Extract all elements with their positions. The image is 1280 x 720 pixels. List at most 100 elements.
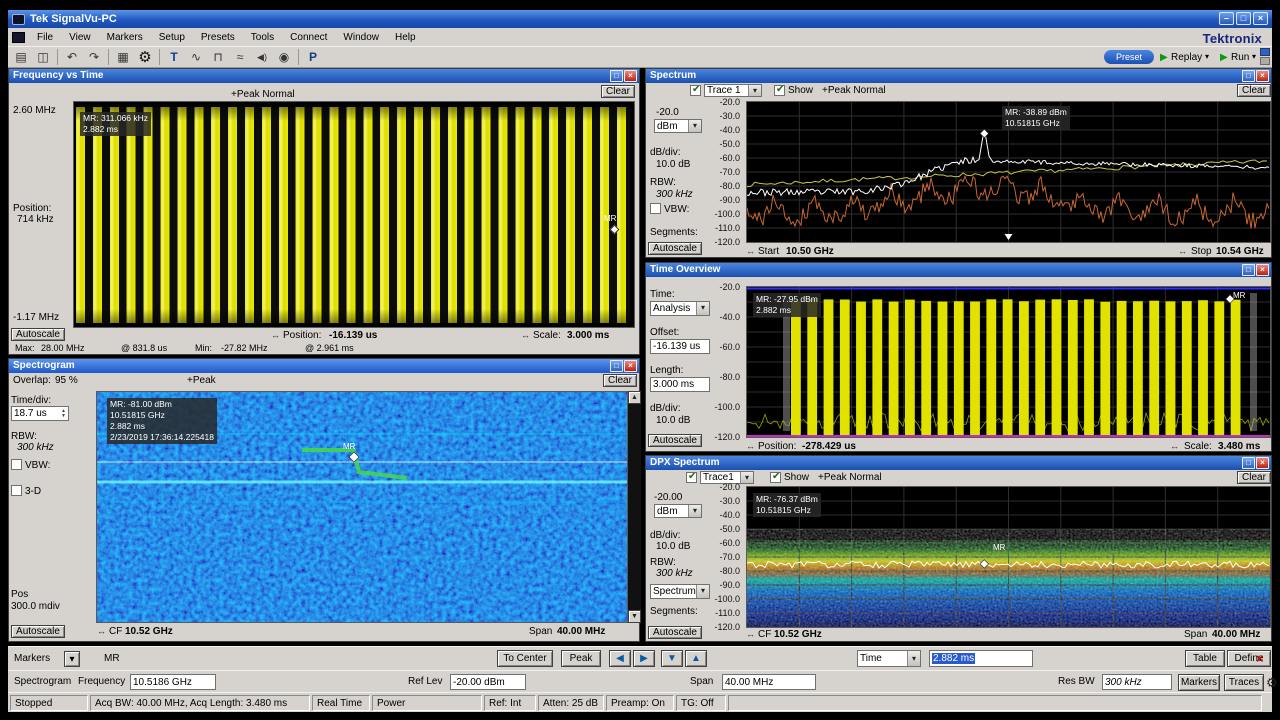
panel-close-icon[interactable]: ×: [1256, 264, 1269, 276]
panel-restore-icon[interactable]: □: [1242, 457, 1255, 469]
spectrum-plot[interactable]: MR: -38.89 dBm 10.51815 GHz: [746, 101, 1271, 243]
gear-icon[interactable]: ⚙: [1266, 675, 1278, 691]
db-div-value[interactable]: 10.0 dB: [656, 541, 690, 552]
units-select[interactable]: dBm▾: [654, 119, 702, 133]
run-play-icon[interactable]: ▶: [1220, 52, 1228, 63]
run-button[interactable]: Run: [1231, 52, 1249, 63]
menu-window[interactable]: Window: [335, 30, 387, 45]
save-icon[interactable]: ◫: [32, 48, 54, 67]
audio-icon[interactable]: ◀): [251, 48, 273, 67]
clear-button[interactable]: Clear: [603, 374, 637, 387]
undo-icon[interactable]: ↶: [61, 48, 83, 67]
cf-value[interactable]: 10.52 GHz: [774, 629, 822, 640]
pulse-icon[interactable]: ⊓: [207, 48, 229, 67]
stop-value[interactable]: 10.54 GHz: [1216, 246, 1264, 257]
frequency-vs-time-title-bar[interactable]: Frequency vs Time □ ×: [9, 69, 639, 83]
span-value[interactable]: 40.00 MHz: [557, 626, 605, 637]
clear-button[interactable]: Clear: [1237, 471, 1271, 484]
panel-restore-icon[interactable]: □: [610, 360, 623, 372]
windows-layout-icon[interactable]: ▦: [112, 48, 134, 67]
time-overview-title-bar[interactable]: Time Overview □ ×: [646, 263, 1271, 277]
freq-vs-time-icon[interactable]: ∿: [185, 48, 207, 67]
rbw-value[interactable]: 300 kHz: [17, 442, 54, 453]
to-center-button[interactable]: To Center: [497, 650, 553, 667]
autoscale-button[interactable]: Autoscale: [648, 626, 702, 639]
rbw-value[interactable]: 300 kHz: [656, 568, 693, 579]
menu-tools[interactable]: Tools: [243, 30, 282, 45]
pan-icon[interactable]: ↔: [1178, 246, 1187, 256]
layout-mini-button-1[interactable]: [1260, 48, 1270, 56]
scale-icon[interactable]: ↔: [1170, 441, 1179, 451]
pan-icon[interactable]: ↔: [271, 330, 280, 340]
menu-setup[interactable]: Setup: [151, 30, 193, 45]
maximize-icon[interactable]: □: [1236, 12, 1251, 25]
menu-markers[interactable]: Markers: [99, 30, 151, 45]
settings-gear-icon[interactable]: ⚙: [134, 48, 156, 67]
panel-restore-icon[interactable]: □: [610, 70, 623, 82]
peak-button[interactable]: Peak: [561, 650, 601, 667]
time-div-input[interactable]: 18.7 us ▲▼: [11, 406, 69, 421]
replay-button[interactable]: Replay: [1171, 52, 1202, 63]
pan-icon[interactable]: ↔: [746, 441, 755, 451]
define-button[interactable]: Define: [1227, 650, 1271, 667]
rbw-value[interactable]: 300 kHz: [656, 189, 693, 200]
show-checkbox[interactable]: [770, 472, 781, 483]
menu-help[interactable]: Help: [387, 30, 424, 45]
panel-close-icon[interactable]: ×: [1256, 457, 1269, 469]
peak-higher-icon[interactable]: ▲: [685, 650, 707, 667]
spectrogram-title-bar[interactable]: Spectrogram □ ×: [9, 359, 639, 373]
frequency-input[interactable]: 10.5186 GHz: [130, 674, 216, 690]
menu-connect[interactable]: Connect: [282, 30, 335, 45]
table-button[interactable]: Table: [1185, 650, 1225, 667]
ref-level-value[interactable]: -20.00: [654, 492, 682, 503]
layout-mini-button-2[interactable]: [1260, 57, 1270, 65]
db-div-value[interactable]: 10.0 dB: [656, 159, 690, 170]
autoscale-button[interactable]: Autoscale: [11, 328, 65, 341]
ref-level-value[interactable]: -20.0: [656, 107, 679, 118]
vbw-checkbox[interactable]: [650, 203, 661, 214]
dpx-title-bar[interactable]: DPX Spectrum □ ×: [646, 456, 1271, 470]
spectrogram-scrollbar[interactable]: ▲ ▼: [628, 391, 641, 623]
window-title-bar[interactable]: Tek SignalVu-PC – □ ×: [8, 10, 1272, 28]
ref-lev-input[interactable]: -20.00 dBm: [450, 674, 526, 690]
scroll-down-icon[interactable]: ▼: [628, 610, 641, 623]
traces-button[interactable]: Traces: [1224, 674, 1264, 691]
peak-left-icon[interactable]: ◀: [609, 650, 631, 667]
offset-input[interactable]: -16.139 us: [650, 339, 710, 354]
start-value[interactable]: 10.50 GHz: [786, 246, 834, 257]
res-bw-input[interactable]: 300 kHz: [1102, 674, 1172, 690]
x-scale-value[interactable]: 3.000 ms: [567, 330, 609, 341]
position-value[interactable]: -278.429 us: [802, 441, 856, 452]
mode-select[interactable]: Spectrum▾: [650, 584, 710, 599]
spinner-icon[interactable]: ▲▼: [61, 409, 66, 419]
spectrogram-plot[interactable]: MR: -81.00 dBm 10.51815 GHz 2.882 ms 2/2…: [96, 391, 628, 623]
replay-play-icon[interactable]: ▶: [1160, 52, 1168, 63]
spectrum-title-bar[interactable]: Spectrum □ ×: [646, 69, 1271, 83]
autoscale-button[interactable]: Autoscale: [648, 434, 702, 447]
cf-value[interactable]: 10.52 GHz: [125, 626, 173, 637]
print-icon[interactable]: ▤: [10, 48, 32, 67]
markers-panel-button[interactable]: Markers: [1178, 674, 1220, 691]
spectrum-icon[interactable]: ≈: [229, 48, 251, 67]
minimize-icon[interactable]: –: [1219, 12, 1234, 25]
scroll-up-icon[interactable]: ▲: [628, 391, 641, 404]
span-input[interactable]: 40.00 MHz: [722, 674, 816, 690]
autoscale-button[interactable]: Autoscale: [11, 625, 65, 638]
clear-button[interactable]: Clear: [1237, 84, 1271, 97]
pos-value[interactable]: 300.0 mdiv: [11, 601, 60, 612]
marker-position-input[interactable]: 2.882 ms: [929, 650, 1033, 667]
pan-icon[interactable]: ↔: [746, 629, 755, 639]
show-checkbox[interactable]: [774, 85, 785, 96]
marker-axis-select[interactable]: Time▾: [857, 650, 921, 667]
menu-view[interactable]: View: [61, 30, 99, 45]
trace-checkbox[interactable]: [686, 472, 697, 483]
redo-icon[interactable]: ↷: [83, 48, 105, 67]
units-select[interactable]: dBm▾: [654, 504, 702, 518]
menu-presets[interactable]: Presets: [193, 30, 243, 45]
time-select[interactable]: Analysis▾: [650, 301, 710, 316]
x-position-value[interactable]: -16.139 us: [329, 330, 377, 341]
scale-value[interactable]: 3.480 ms: [1218, 441, 1260, 452]
markers-dropdown-icon[interactable]: ▾: [64, 651, 80, 667]
scale-icon[interactable]: ↔: [521, 330, 530, 340]
close-markers-icon[interactable]: ×: [1256, 651, 1264, 666]
